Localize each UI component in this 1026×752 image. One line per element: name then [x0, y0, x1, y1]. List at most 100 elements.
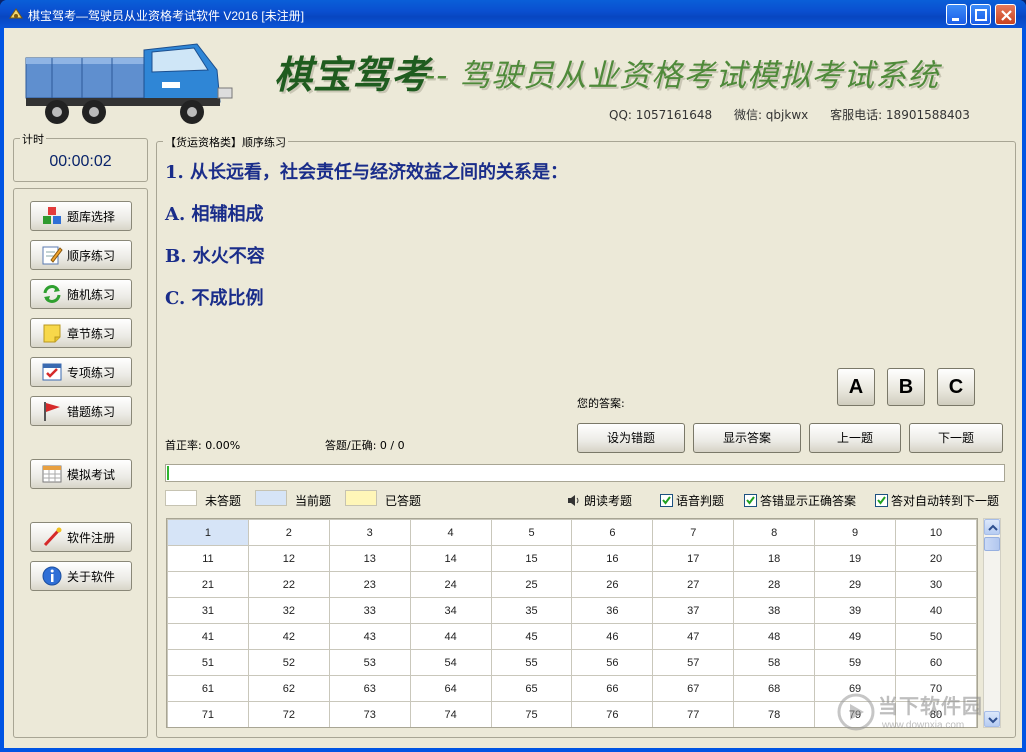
question-cell[interactable]: 68	[733, 675, 816, 702]
question-cell[interactable]: 19	[814, 545, 897, 572]
sidebar-item-special[interactable]: 专项练习	[30, 357, 132, 387]
question-cell[interactable]: 32	[247, 597, 330, 624]
question-cell[interactable]: 48	[733, 623, 816, 650]
question-cell[interactable]: 54	[409, 649, 492, 676]
question-cell[interactable]: 1	[167, 519, 249, 546]
question-cell[interactable]: 45	[490, 623, 573, 650]
question-cell[interactable]: 78	[733, 701, 816, 727]
question-cell[interactable]: 3	[328, 519, 411, 546]
prev-question-button[interactable]: 上一题	[809, 423, 901, 453]
maximize-button[interactable]	[970, 4, 991, 25]
minimize-button[interactable]	[946, 4, 967, 25]
next-question-button[interactable]: 下一题	[909, 423, 1003, 453]
question-cell[interactable]: 16	[571, 545, 654, 572]
question-cell[interactable]: 36	[571, 597, 654, 624]
show-answer-button[interactable]: 显示答案	[693, 423, 801, 453]
question-cell[interactable]: 57	[652, 649, 735, 676]
question-cell[interactable]: 76	[571, 701, 654, 727]
question-cell[interactable]: 74	[409, 701, 492, 727]
question-cell[interactable]: 58	[733, 649, 816, 676]
question-cell[interactable]: 42	[247, 623, 330, 650]
question-cell[interactable]: 38	[733, 597, 816, 624]
auto-next-checkbox[interactable]: 答对自动转到下一题	[875, 492, 999, 509]
question-cell[interactable]: 14	[409, 545, 492, 572]
voice-judge-checkbox[interactable]: 语音判题	[660, 492, 724, 509]
answer-c-button[interactable]: C	[937, 368, 975, 406]
question-cell[interactable]: 75	[490, 701, 573, 727]
question-cell[interactable]: 22	[247, 571, 330, 598]
question-cell[interactable]: 27	[652, 571, 735, 598]
close-button[interactable]	[995, 4, 1016, 25]
question-cell[interactable]: 63	[328, 675, 411, 702]
question-cell[interactable]: 23	[328, 571, 411, 598]
answer-a-button[interactable]: A	[837, 368, 875, 406]
option-a[interactable]: A. 相辅相成	[165, 200, 264, 226]
question-cell[interactable]: 20	[895, 545, 977, 572]
checkbox-box[interactable]	[744, 494, 757, 507]
question-cell[interactable]: 51	[167, 649, 249, 676]
sidebar-item-mock-exam[interactable]: 模拟考试	[30, 459, 132, 489]
mark-wrong-button[interactable]: 设为错题	[577, 423, 685, 453]
question-cell[interactable]: 49	[814, 623, 897, 650]
sidebar-item-about[interactable]: 关于软件	[30, 561, 132, 591]
question-cell[interactable]: 46	[571, 623, 654, 650]
question-cell[interactable]: 60	[895, 649, 977, 676]
question-cell[interactable]: 35	[490, 597, 573, 624]
question-cell[interactable]: 61	[167, 675, 249, 702]
question-cell[interactable]: 8	[733, 519, 816, 546]
option-c[interactable]: C. 不成比例	[165, 284, 264, 310]
question-cell[interactable]: 15	[490, 545, 573, 572]
question-cell[interactable]: 6	[571, 519, 654, 546]
question-cell[interactable]: 37	[652, 597, 735, 624]
question-cell[interactable]: 33	[328, 597, 411, 624]
question-cell[interactable]: 66	[571, 675, 654, 702]
question-cell[interactable]: 30	[895, 571, 977, 598]
question-cell[interactable]: 21	[167, 571, 249, 598]
scroll-up-button[interactable]	[984, 519, 1000, 535]
question-cell[interactable]: 40	[895, 597, 977, 624]
question-cell[interactable]: 52	[247, 649, 330, 676]
question-cell[interactable]: 17	[652, 545, 735, 572]
question-cell[interactable]: 39	[814, 597, 897, 624]
sidebar-item-register[interactable]: 软件注册	[30, 522, 132, 552]
question-cell[interactable]: 34	[409, 597, 492, 624]
question-cell[interactable]: 28	[733, 571, 816, 598]
scroll-thumb[interactable]	[984, 537, 1000, 551]
question-cell[interactable]: 72	[247, 701, 330, 727]
read-aloud-button[interactable]: 朗读考题	[567, 492, 632, 509]
question-cell[interactable]: 26	[571, 571, 654, 598]
question-cell[interactable]: 55	[490, 649, 573, 676]
sidebar-item-chapter[interactable]: 章节练习	[30, 318, 132, 348]
question-cell[interactable]: 12	[247, 545, 330, 572]
question-cell[interactable]: 71	[167, 701, 249, 727]
sidebar-item-wrong[interactable]: 错题练习	[30, 396, 132, 426]
question-cell[interactable]: 67	[652, 675, 735, 702]
question-cell[interactable]: 41	[167, 623, 249, 650]
question-cell[interactable]: 44	[409, 623, 492, 650]
question-cell[interactable]: 9	[814, 519, 897, 546]
question-cell[interactable]: 29	[814, 571, 897, 598]
question-cell[interactable]: 11	[167, 545, 249, 572]
question-cell[interactable]: 53	[328, 649, 411, 676]
question-cell[interactable]: 13	[328, 545, 411, 572]
show-correct-checkbox[interactable]: 答错显示正确答案	[744, 492, 856, 509]
question-cell[interactable]: 47	[652, 623, 735, 650]
question-cell[interactable]: 10	[895, 519, 977, 546]
question-cell[interactable]: 18	[733, 545, 816, 572]
question-cell[interactable]: 31	[167, 597, 249, 624]
question-cell[interactable]: 25	[490, 571, 573, 598]
question-cell[interactable]: 2	[247, 519, 330, 546]
option-b[interactable]: B. 水火不容	[165, 242, 265, 268]
question-cell[interactable]: 4	[409, 519, 492, 546]
question-cell[interactable]: 65	[490, 675, 573, 702]
question-cell[interactable]: 77	[652, 701, 735, 727]
question-cell[interactable]: 64	[409, 675, 492, 702]
question-cell[interactable]: 24	[409, 571, 492, 598]
checkbox-box[interactable]	[875, 494, 888, 507]
question-cell[interactable]: 62	[247, 675, 330, 702]
question-cell[interactable]: 50	[895, 623, 977, 650]
question-cell[interactable]: 5	[490, 519, 573, 546]
checkbox-box[interactable]	[660, 494, 673, 507]
answer-b-button[interactable]: B	[887, 368, 925, 406]
question-cell[interactable]: 59	[814, 649, 897, 676]
